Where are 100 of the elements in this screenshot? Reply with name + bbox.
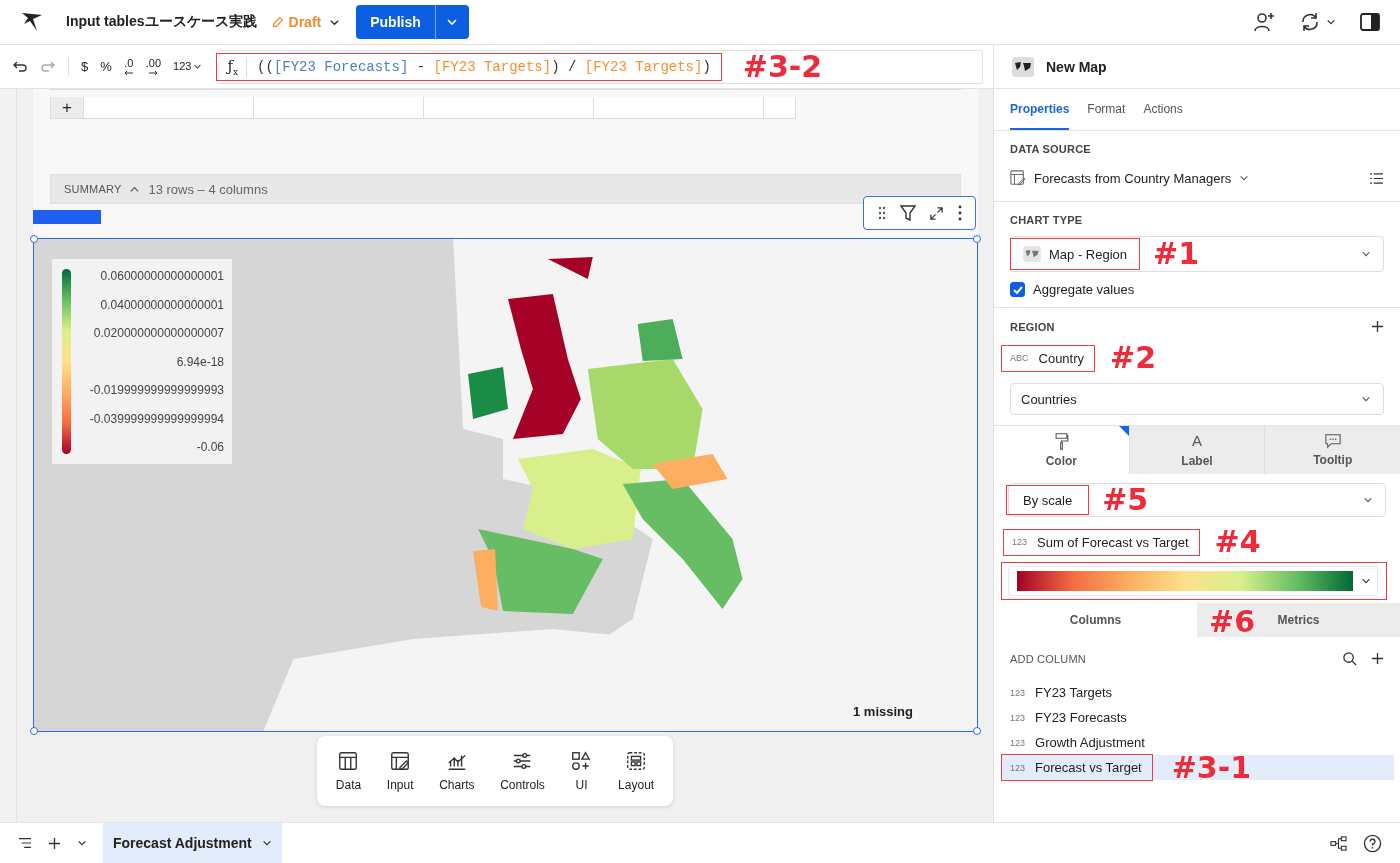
section-heading: CHART TYPE <box>1010 214 1084 226</box>
help-icon[interactable] <box>1363 833 1382 853</box>
chart-type-select[interactable]: Map - Region #1 <box>1010 236 1384 272</box>
type-label: 123 <box>1012 537 1028 547</box>
expand-icon[interactable] <box>928 205 944 221</box>
menu-icon[interactable] <box>18 837 32 849</box>
type-label: 123 <box>1010 737 1026 748</box>
percent-format-button[interactable]: % <box>100 60 112 73</box>
map-chart[interactable]: 0.06000000000000001 0.04000000000000001 0.020000000000000007 6.94e-18 -0.019999999999999993 -0.039999999999999994 -0.06 1 missing <box>33 238 978 732</box>
color-scale-select[interactable] <box>1008 566 1378 596</box>
summary-bar[interactable]: SUMMARY 13 rows – 4 columns <box>50 174 961 204</box>
caret-icon <box>1361 249 1371 259</box>
panel-title: New Map <box>1046 58 1107 75</box>
color-mode-select[interactable]: By scale #5 <box>1008 483 1386 517</box>
label-tab[interactable]: A Label <box>1128 426 1265 474</box>
caret-icon <box>1239 173 1250 183</box>
annotation-label: #6 <box>1209 607 1255 637</box>
type-label: 123 <box>1010 712 1026 723</box>
column-item[interactable]: 123 Forecast vs Target #3-1 <box>1002 755 1394 780</box>
panel-tab[interactable]: Format <box>1087 89 1126 130</box>
arrow-left-icon <box>123 69 134 76</box>
more-options-icon[interactable] <box>956 205 963 221</box>
column-label: Growth Adjustment <box>1035 735 1145 750</box>
map-icon <box>1012 56 1034 77</box>
document-title: Input tablesユースケース実践 <box>66 13 257 31</box>
caret-icon <box>1363 495 1373 505</box>
filter-icon[interactable] <box>899 204 916 222</box>
add-layout-button[interactable]: Layout <box>616 746 657 796</box>
legend-label: 0.04000000000000001 <box>100 297 224 312</box>
data-source-dropdown[interactable]: Forecasts from Country Managers <box>1034 170 1250 186</box>
caret-icon <box>1361 576 1371 586</box>
resize-handle[interactable] <box>30 235 38 243</box>
annotation-label: #5 <box>1102 485 1149 515</box>
input-icon <box>389 750 412 772</box>
summary-label: SUMMARY <box>64 183 122 195</box>
resize-handle[interactable] <box>973 235 981 243</box>
currency-format-button[interactable]: $ <box>81 60 89 73</box>
legend-label: 0.020000000000000007 <box>93 326 224 340</box>
column-item[interactable]: 123 Growth Adjustment <box>1002 730 1394 755</box>
increase-format-button[interactable]: .00 <box>145 57 162 76</box>
ui-icon <box>570 750 593 772</box>
plus-icon[interactable] <box>1371 320 1384 333</box>
formula-field[interactable]: ƒ$_{x}$ (([FY23 Forecasts] - [FY23 Targets]) / [FY23 Targets]) #3-2 <box>216 49 983 84</box>
list-icon[interactable] <box>1369 171 1384 185</box>
section-heading: ADD COLUMN <box>1010 652 1086 665</box>
panel-tab[interactable]: Properties <box>1010 89 1070 130</box>
checkbox-label: Aggregate values <box>1033 282 1135 297</box>
plus-icon[interactable] <box>1371 652 1384 665</box>
annotation-label: #4 <box>1214 527 1261 557</box>
column-item[interactable]: 123 FY23 Forecasts <box>1002 705 1394 730</box>
annotation-label: #2 <box>1110 343 1157 373</box>
legend-label: 6.94e-18 <box>176 354 224 369</box>
column-label: FY23 Forecasts <box>1035 710 1127 725</box>
plus-icon[interactable] <box>48 836 61 850</box>
caret-icon <box>261 838 272 848</box>
resize-handle[interactable] <box>973 727 981 735</box>
map-icon <box>1023 246 1041 262</box>
decrease-format-button[interactable]: .0 <box>123 57 134 76</box>
add-input-button[interactable]: Input <box>384 746 416 796</box>
resize-handle[interactable] <box>30 727 38 735</box>
add-controls-button[interactable]: Controls <box>498 746 547 796</box>
speech-bubble-icon <box>1323 433 1342 449</box>
section-heading: REGION <box>1010 320 1055 333</box>
add-row-button[interactable]: + <box>50 97 84 119</box>
annotation-label: #3-1 <box>1171 752 1252 783</box>
checkbox[interactable] <box>1010 282 1025 297</box>
data-icon <box>337 750 360 772</box>
page-tab[interactable]: Forecast Adjustment <box>103 823 282 863</box>
hierarchy-icon[interactable] <box>1330 834 1347 852</box>
missing-count: 1 missing <box>853 704 913 719</box>
panel-tab[interactable]: Actions <box>1143 89 1183 130</box>
column-item[interactable]: 123 FY23 Targets <box>1002 680 1394 705</box>
table-edit-icon <box>1010 170 1026 186</box>
publish-options-button[interactable] <box>434 5 469 39</box>
type-label: 123 <box>1010 762 1026 773</box>
pencil-icon <box>270 15 285 29</box>
search-icon[interactable] <box>1342 651 1357 666</box>
panel-toggle-icon[interactable] <box>1358 10 1382 34</box>
annotation-label: #1 <box>1153 239 1200 269</box>
caret-icon <box>446 16 459 28</box>
add-user-icon[interactable] <box>1252 10 1276 34</box>
redacted-label <box>33 210 101 224</box>
drag-handle-icon[interactable] <box>876 205 887 221</box>
region-select[interactable]: Countries <box>1010 383 1384 415</box>
field-label[interactable]: Sum of Forecast vs Target <box>1037 534 1189 550</box>
add-data-button[interactable]: Data <box>333 746 364 796</box>
caret-icon <box>193 62 203 71</box>
field-label[interactable]: Country <box>1038 350 1085 366</box>
add-ui-button[interactable]: UI <box>568 746 595 796</box>
tooltip-tab[interactable]: Tooltip <box>1264 426 1400 474</box>
function-label: ƒ$_{x}$ <box>227 56 248 77</box>
add-charts-button[interactable]: Charts <box>437 746 477 796</box>
layout-icon <box>625 750 648 772</box>
section-heading: DATA SOURCE <box>1010 143 1092 155</box>
arrow-right-icon <box>148 69 159 76</box>
color-mode-value: By scale <box>1007 486 1089 514</box>
publish-button[interactable]: Publish <box>356 5 435 39</box>
legend-label: -0.019999999999999993 <box>89 383 224 397</box>
number-format-button[interactable]: 123 <box>173 61 203 72</box>
caret-icon[interactable] <box>77 838 87 848</box>
